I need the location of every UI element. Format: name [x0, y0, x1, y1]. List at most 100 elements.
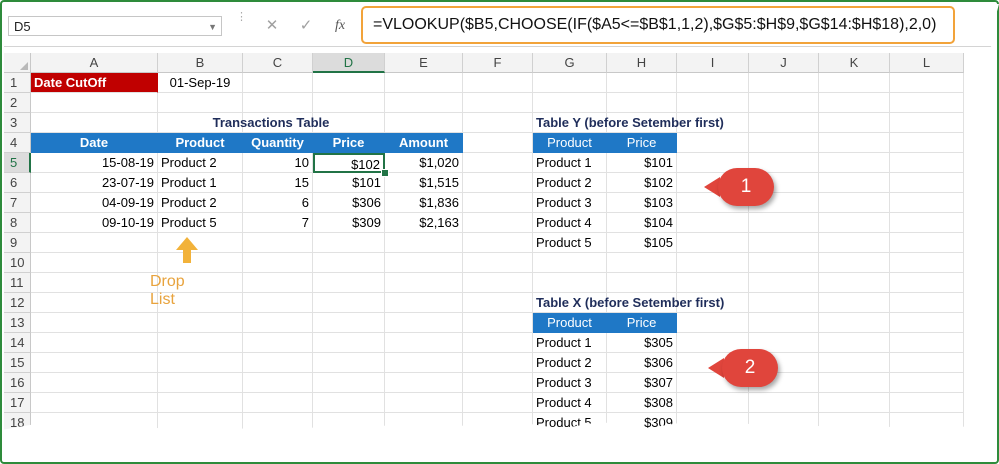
transaction-amount[interactable]: $1,020: [385, 153, 463, 173]
cell-empty[interactable]: [890, 353, 964, 373]
cell-empty[interactable]: [819, 193, 890, 213]
cell-empty[interactable]: [607, 93, 677, 113]
cell-empty[interactable]: [313, 93, 385, 113]
row-header-9[interactable]: 9: [4, 233, 31, 253]
column-header-h[interactable]: H: [607, 53, 677, 73]
cell-empty[interactable]: [463, 213, 533, 233]
cell-empty[interactable]: [31, 393, 158, 413]
row-header-18[interactable]: 18: [4, 413, 31, 430]
column-header-j[interactable]: J: [749, 53, 819, 73]
cancel-x-icon[interactable]: ✕: [260, 14, 284, 38]
transactions-header-amount[interactable]: Amount: [385, 133, 463, 153]
cell-empty[interactable]: [158, 93, 243, 113]
cell-empty[interactable]: [463, 393, 533, 413]
cell-empty[interactable]: [677, 273, 749, 293]
row-header-3[interactable]: 3: [4, 113, 31, 133]
cell-empty[interactable]: [385, 333, 463, 353]
cell-empty[interactable]: [385, 113, 463, 133]
cutoff-label[interactable]: Date CutOff: [31, 73, 158, 93]
row-header-12[interactable]: 12: [4, 293, 31, 313]
cell-empty[interactable]: [819, 353, 890, 373]
select-all-corner[interactable]: [4, 53, 31, 73]
table-y-header-price[interactable]: Price: [607, 133, 677, 153]
column-header-e[interactable]: E: [385, 53, 463, 73]
cell-empty[interactable]: [313, 233, 385, 253]
transaction-date[interactable]: 04-09-19: [31, 193, 158, 213]
column-header-l[interactable]: L: [890, 53, 964, 73]
column-header-i[interactable]: I: [677, 53, 749, 73]
cell-empty[interactable]: [607, 273, 677, 293]
cell-empty[interactable]: [243, 313, 313, 333]
cell-empty[interactable]: [890, 213, 964, 233]
transactions-header-quantity[interactable]: Quantity: [243, 133, 313, 153]
transaction-date[interactable]: 09-10-19: [31, 213, 158, 233]
column-header-b[interactable]: B: [158, 53, 243, 73]
cell-empty[interactable]: [463, 373, 533, 393]
cell-empty[interactable]: [749, 73, 819, 93]
cell-empty[interactable]: [463, 93, 533, 113]
cell-empty[interactable]: [749, 413, 819, 430]
formula-input[interactable]: =VLOOKUP($B5,CHOOSE(IF($A5<=$B$1,1,2),$G…: [361, 6, 955, 44]
cell-empty[interactable]: [890, 193, 964, 213]
table-y-price[interactable]: $104: [607, 213, 677, 233]
cell-empty[interactable]: [31, 233, 158, 253]
table-x-product[interactable]: Product 5: [533, 413, 607, 430]
cell-empty[interactable]: [158, 313, 243, 333]
cell-empty[interactable]: [890, 173, 964, 193]
transaction-product[interactable]: Product 2: [158, 193, 243, 213]
cell-empty[interactable]: [890, 153, 964, 173]
transaction-date[interactable]: 23-07-19: [31, 173, 158, 193]
cell-empty[interactable]: [313, 413, 385, 430]
cell-empty[interactable]: [463, 273, 533, 293]
table-x-product[interactable]: Product 1: [533, 333, 607, 353]
cell-empty[interactable]: [749, 133, 819, 153]
cell-empty[interactable]: [385, 233, 463, 253]
cell-empty[interactable]: [31, 93, 158, 113]
cell-empty[interactable]: [463, 193, 533, 213]
cell-empty[interactable]: [749, 233, 819, 253]
cell-empty[interactable]: [243, 393, 313, 413]
column-header-f[interactable]: F: [463, 53, 533, 73]
cell-empty[interactable]: [158, 373, 243, 393]
cell-empty[interactable]: [313, 293, 385, 313]
cell-empty[interactable]: [890, 93, 964, 113]
cell-empty[interactable]: [243, 73, 313, 93]
table-y-product[interactable]: Product 3: [533, 193, 607, 213]
cell-empty[interactable]: [607, 73, 677, 93]
cell-empty[interactable]: [31, 353, 158, 373]
cell-empty[interactable]: [158, 333, 243, 353]
table-y-product[interactable]: Product 1: [533, 153, 607, 173]
cell-empty[interactable]: [677, 233, 749, 253]
cell-empty[interactable]: [385, 313, 463, 333]
cell-empty[interactable]: [749, 393, 819, 413]
table-y-product[interactable]: Product 5: [533, 233, 607, 253]
cell-empty[interactable]: [243, 373, 313, 393]
cell-empty[interactable]: [749, 293, 819, 313]
cell-empty[interactable]: [819, 213, 890, 233]
transaction-quantity[interactable]: 6: [243, 193, 313, 213]
transaction-amount[interactable]: $1,836: [385, 193, 463, 213]
transaction-quantity[interactable]: 10: [243, 153, 313, 173]
row-header-14[interactable]: 14: [4, 333, 31, 353]
row-header-6[interactable]: 6: [4, 173, 31, 193]
fill-handle[interactable]: [381, 169, 389, 177]
transaction-date[interactable]: 15-08-19: [31, 153, 158, 173]
cell-empty[interactable]: [243, 273, 313, 293]
cell-empty[interactable]: [533, 93, 607, 113]
cell-empty[interactable]: [819, 273, 890, 293]
cell-empty[interactable]: [243, 353, 313, 373]
table-y-price[interactable]: $103: [607, 193, 677, 213]
cell-empty[interactable]: [890, 253, 964, 273]
table-y-price[interactable]: $101: [607, 153, 677, 173]
cell-empty[interactable]: [243, 253, 313, 273]
cell-empty[interactable]: [819, 153, 890, 173]
name-box[interactable]: D5 ▼: [8, 16, 222, 36]
check-mark-icon[interactable]: ✓: [294, 14, 318, 38]
cell-empty[interactable]: [749, 253, 819, 273]
table-y-header-product[interactable]: Product: [533, 133, 607, 153]
cell-empty[interactable]: [677, 93, 749, 113]
cell-empty[interactable]: [385, 73, 463, 93]
table-x-header-product[interactable]: Product: [533, 313, 607, 333]
cell-empty[interactable]: [158, 353, 243, 373]
cell-empty[interactable]: [385, 393, 463, 413]
